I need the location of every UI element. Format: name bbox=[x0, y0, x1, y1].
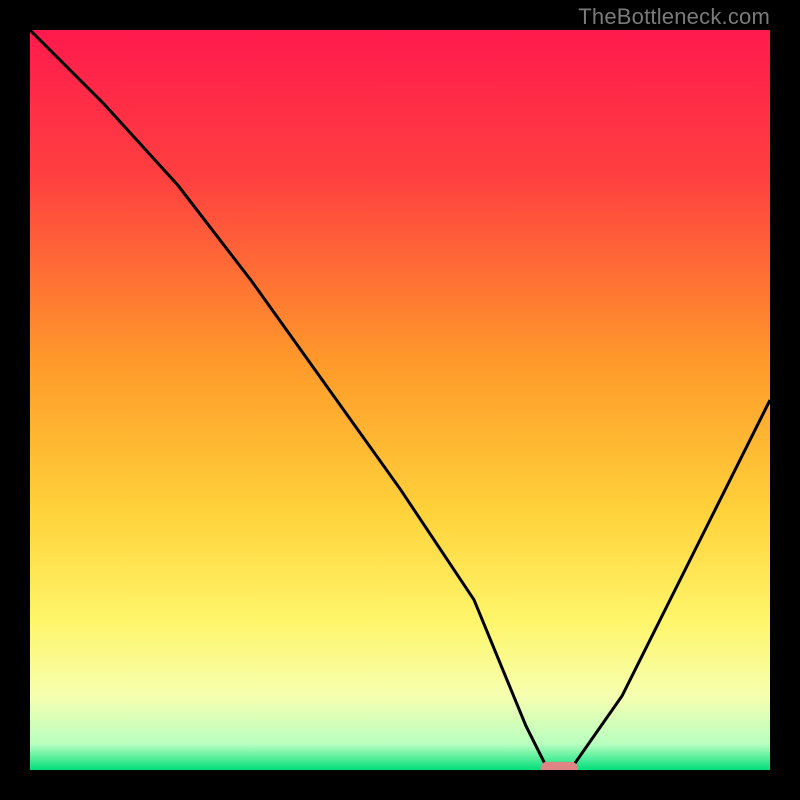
optimal-marker bbox=[541, 762, 578, 770]
watermark-text: TheBottleneck.com bbox=[578, 4, 770, 30]
bottleneck-curve bbox=[30, 30, 770, 770]
plot-area bbox=[30, 30, 770, 770]
chart-frame: TheBottleneck.com bbox=[0, 0, 800, 800]
chart-svg bbox=[30, 30, 770, 770]
